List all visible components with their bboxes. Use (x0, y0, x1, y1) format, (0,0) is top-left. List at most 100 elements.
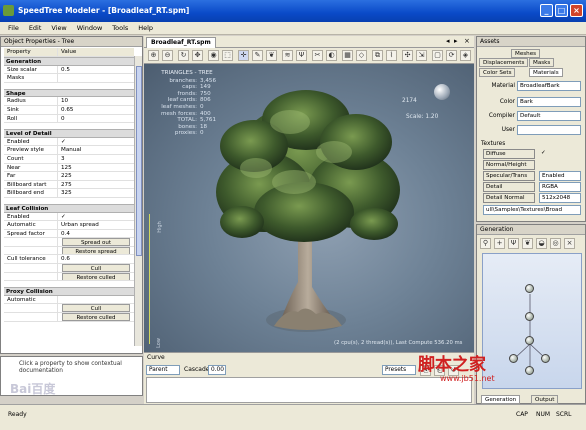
property-button[interactable]: Cull (62, 304, 130, 313)
detail-button[interactable]: Detail (483, 182, 535, 192)
lod-slider[interactable] (144, 214, 150, 344)
scale-icon[interactable]: ⇲ (416, 50, 427, 61)
diffuse-button[interactable]: Diffuse (483, 149, 535, 159)
specular-field[interactable]: Enabled (539, 171, 581, 181)
tab-color-sets[interactable]: Color Sets (479, 68, 516, 77)
detail-field[interactable]: RGBA (539, 182, 581, 192)
normal-height-button[interactable]: Normal/Height (483, 160, 535, 170)
tab-displacements[interactable]: Displacements (479, 58, 529, 67)
minimize-button[interactable]: _ (540, 4, 553, 17)
gen-add-icon[interactable]: + (494, 238, 505, 249)
specular-button[interactable]: Specular/Trans (483, 171, 535, 181)
property-value[interactable]: 325 (58, 189, 134, 197)
property-value[interactable]: 0.4 (58, 230, 134, 238)
branch-icon[interactable]: Ψ (296, 50, 307, 61)
move-icon[interactable]: ✛ (238, 50, 249, 61)
wind-icon[interactable]: ≋ (282, 50, 293, 61)
property-value[interactable]: 0.65 (58, 106, 134, 114)
graph-node-branch[interactable] (525, 336, 534, 345)
color-field[interactable]: Bark (517, 97, 581, 107)
texture-path-field[interactable]: ull\Samples\Textures\Broad (483, 205, 581, 215)
leaf-icon[interactable]: ❦ (266, 50, 277, 61)
paint-icon[interactable]: ◐ (326, 50, 337, 61)
parent-dropdown[interactable]: Parent (146, 365, 180, 375)
property-value[interactable]: 0.6 (58, 255, 134, 263)
render-icon[interactable]: ◈ (460, 50, 471, 61)
scroll-thumb[interactable] (136, 66, 142, 256)
gen-tree-icon[interactable]: ⚲ (480, 238, 491, 249)
detail-normal-field[interactable]: 512x2048 (539, 193, 581, 203)
brush-icon[interactable]: ✎ (252, 50, 263, 61)
graph-node-leaf-a[interactable] (509, 354, 518, 363)
property-value[interactable]: ✓ (58, 213, 134, 221)
properties-scrollbar[interactable] (134, 56, 142, 346)
tab-broadleaf[interactable]: Broadleaf_RT.spm (146, 37, 216, 48)
tab-next-icon[interactable]: ▸ (454, 37, 458, 45)
graph-node-leaf-b[interactable] (541, 354, 550, 363)
tab-generation[interactable]: Generation (481, 395, 521, 404)
bone-icon[interactable]: ⌇ (386, 50, 397, 61)
menu-help[interactable]: Help (138, 24, 153, 32)
graph-node-tree[interactable] (525, 284, 534, 293)
mesh-icon[interactable]: ◇ (356, 50, 367, 61)
pan-icon[interactable]: ✥ (192, 50, 203, 61)
property-value[interactable] (58, 74, 134, 82)
user-field[interactable] (517, 125, 581, 135)
property-value[interactable]: 0.5 (58, 66, 134, 74)
detail-normal-button[interactable]: Detail Normal (483, 193, 535, 203)
gen-mesh-icon[interactable]: ◎ (550, 238, 561, 249)
rotate-icon[interactable]: ↻ (178, 50, 189, 61)
tab-meshes[interactable]: Meshes (511, 49, 541, 58)
property-value[interactable]: 3 (58, 155, 134, 163)
tab-output[interactable]: Output (531, 395, 559, 404)
property-value[interactable]: 275 (58, 181, 134, 189)
menu-file[interactable]: File (8, 24, 19, 32)
generation-graph[interactable] (482, 253, 582, 389)
tab-prev-icon[interactable]: ◂ (446, 37, 450, 45)
menu-window[interactable]: Window (77, 24, 103, 32)
grid-icon[interactable]: ▦ (342, 50, 353, 61)
tab-masks[interactable]: Masks (529, 58, 555, 67)
menu-view[interactable]: View (51, 24, 66, 32)
gen-leaf-icon[interactable]: ❦ (522, 238, 533, 249)
curve-editor[interactable] (146, 377, 472, 403)
close-button[interactable]: × (570, 4, 583, 17)
material-field[interactable]: BroadleafBark (517, 81, 581, 91)
property-button[interactable]: Restore spread (62, 246, 130, 255)
property-value[interactable]: 125 (58, 164, 134, 172)
property-value[interactable] (58, 296, 134, 304)
cascade-field[interactable]: 0.00 (208, 365, 226, 375)
property-value[interactable]: Urban spread (58, 221, 134, 229)
light-sphere-icon[interactable] (434, 84, 450, 100)
property-button[interactable]: Restore culled (62, 313, 130, 321)
property-button[interactable]: Cull (62, 264, 130, 272)
select-icon[interactable]: ⬚ (222, 50, 233, 61)
property-value[interactable]: 10 (58, 97, 134, 105)
zoom-in-icon[interactable]: ⊕ (148, 50, 159, 61)
graph-node-frond[interactable] (525, 366, 534, 375)
property-value[interactable]: ✓ (58, 138, 134, 146)
prune-icon[interactable]: ✂ (312, 50, 323, 61)
menu-tools[interactable]: Tools (112, 24, 128, 32)
gen-frond-icon[interactable]: ◒ (536, 238, 547, 249)
property-value[interactable]: Manual (58, 146, 134, 154)
camera-icon[interactable]: ◉ (208, 50, 219, 61)
property-button[interactable]: Spread out (62, 238, 130, 246)
3d-viewport[interactable]: High Low TRIANGLES - TREE branches: 3,456… (144, 64, 474, 352)
menu-edit[interactable]: Edit (29, 24, 42, 32)
presets-dropdown[interactable]: Presets (382, 365, 416, 375)
property-value[interactable]: 225 (58, 172, 134, 180)
graph-node-trunk[interactable] (525, 312, 534, 321)
maximize-button[interactable]: □ (555, 4, 568, 17)
fit-icon[interactable]: ▢ (432, 50, 443, 61)
property-value[interactable]: 0 (58, 115, 134, 123)
property-button[interactable]: Restore culled (62, 272, 130, 281)
compute-icon[interactable]: ⟳ (446, 50, 457, 61)
diffuse-check[interactable]: ✓ (539, 149, 581, 159)
compiler-field[interactable]: Default (517, 111, 581, 121)
tab-materials[interactable]: Materials (529, 68, 563, 77)
gen-delete-icon[interactable]: × (564, 238, 575, 249)
tab-close-icon[interactable]: × (464, 37, 470, 45)
gen-branch-icon[interactable]: Ψ (508, 238, 519, 249)
translate-icon[interactable]: ✣ (402, 50, 413, 61)
